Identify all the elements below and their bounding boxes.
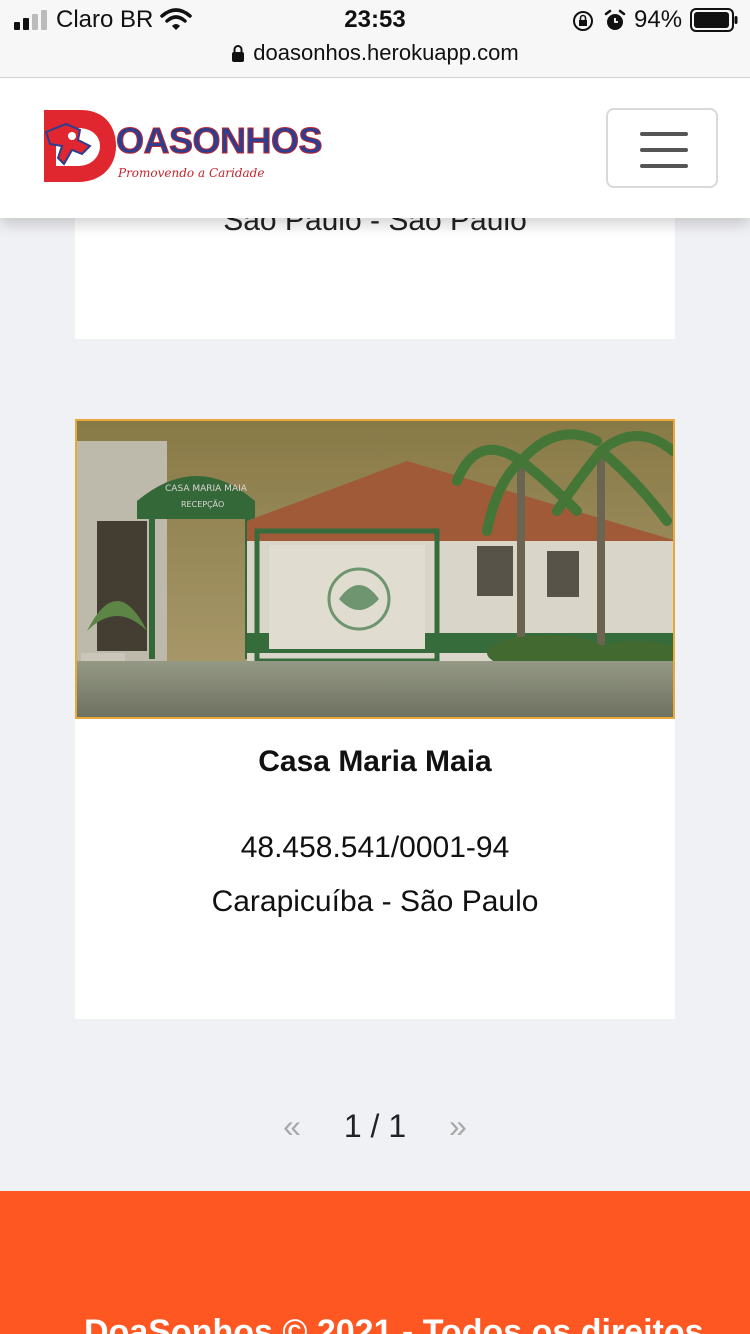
institution-card[interactable]: CASA MARIA MAIA RECEPÇÃO Casa Maria Maia… [75, 419, 675, 1019]
secure-lock-icon [232, 45, 245, 62]
site-navbar: OASONHOS Promovendo a Caridade [0, 78, 750, 218]
logo-tagline: Promovendo a Caridade [118, 166, 265, 180]
brand-logo[interactable]: OASONHOS Promovendo a Caridade [38, 106, 328, 186]
pagination-next-button[interactable]: » [449, 1108, 467, 1145]
alarm-icon [604, 9, 626, 30]
site-footer: DoaSonhos © 2021 - Todos os direitos [0, 1191, 750, 1334]
hamburger-menu-icon [640, 132, 688, 136]
ios-status-bar: Claro BR 23:53 94% doasonhos.herokuapp.c… [0, 0, 750, 78]
battery-percentage: 94% [634, 6, 683, 33]
card-location: Carapicuíba - São Paulo [211, 885, 539, 918]
footer-copyright: DoaSonhos © 2021 - Todos os direitos [84, 1313, 704, 1334]
card-title[interactable]: Casa Maria Maia [75, 745, 675, 779]
logo-wordmark: OASONHOS [115, 120, 323, 162]
orientation-lock-icon [573, 11, 593, 31]
building-photo-image: CASA MARIA MAIA RECEPÇÃO [77, 421, 673, 717]
institution-photo[interactable]: CASA MARIA MAIA RECEPÇÃO [75, 419, 675, 719]
address-bar[interactable]: doasonhos.herokuapp.com [0, 40, 750, 70]
pagination: « 1 / 1 » [0, 1108, 750, 1145]
battery-icon [690, 8, 738, 32]
logo-icon [44, 110, 116, 182]
url-text: doasonhos.herokuapp.com [253, 40, 519, 65]
pagination-page-label: 1 / 1 [343, 1108, 407, 1144]
hamburger-menu-button[interactable] [606, 108, 718, 188]
card-cnpj: 48.458.541/0001-94 [240, 831, 510, 864]
pagination-prev-button[interactable]: « [283, 1108, 301, 1145]
